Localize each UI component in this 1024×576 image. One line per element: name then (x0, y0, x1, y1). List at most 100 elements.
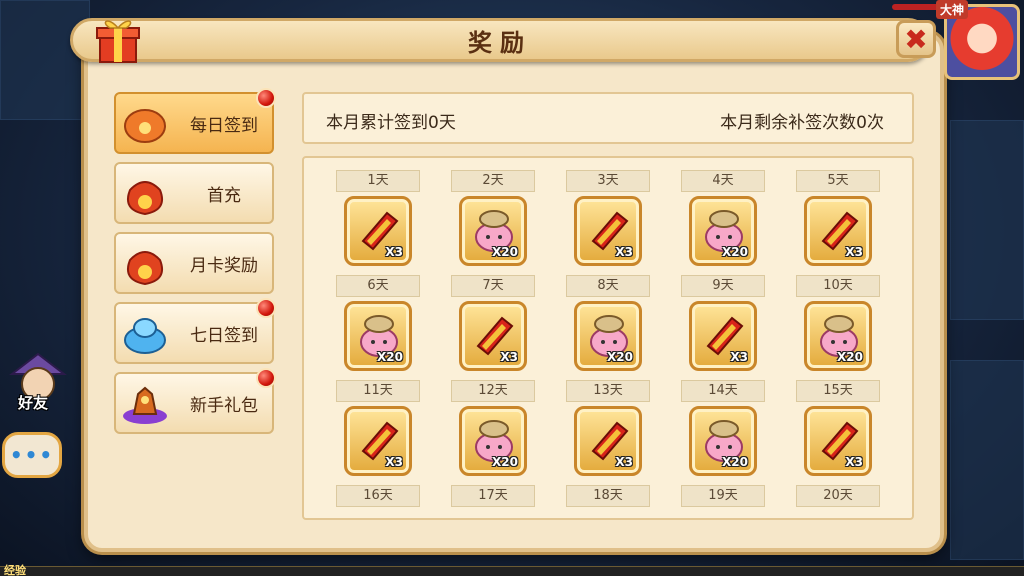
menu-item-label: 新手礼包 (190, 395, 258, 416)
reward-day-cell[interactable]: 19天 (681, 485, 765, 518)
reward-item-frame[interactable]: X3 (574, 406, 642, 476)
reward-day-cell[interactable]: 11天 X3 (336, 380, 420, 480)
day-label: 9天 (681, 275, 765, 297)
reward-day-cell[interactable]: 1天 X3 (336, 170, 420, 270)
menu-item-label: 每日签到 (190, 115, 258, 136)
reward-day-cell[interactable]: 13天 X3 (566, 380, 650, 480)
background-tile (0, 0, 90, 120)
day-label: 3天 (566, 170, 650, 192)
menu-item-monthly-card[interactable]: 月卡奖励 (114, 232, 274, 294)
reward-quantity: X20 (377, 350, 403, 364)
lantern-icon (124, 109, 166, 143)
reward-day-cell[interactable]: 9天 X3 (681, 275, 765, 375)
reward-item-frame[interactable]: X20 (344, 301, 412, 371)
reward-item-frame[interactable]: X3 (459, 301, 527, 371)
reward-quantity: X3 (615, 245, 633, 259)
chat-bubble-icon: ••• (9, 443, 55, 467)
reward-quantity: X20 (492, 455, 518, 469)
money-bag-icon (126, 251, 164, 286)
background-tile (950, 360, 1024, 560)
reward-item-frame[interactable]: X20 (459, 196, 527, 266)
menu-item-label: 七日签到 (190, 325, 258, 346)
reward-quantity: X3 (385, 455, 403, 469)
reward-quantity: X3 (385, 245, 403, 259)
crystal-icon (124, 318, 166, 354)
close-icon: ✖ (904, 22, 928, 56)
reward-quantity: X20 (607, 350, 633, 364)
reward-day-cell[interactable]: 8天 X20 (566, 275, 650, 375)
day-label: 16天 (336, 485, 420, 507)
money-bag-icon (126, 181, 164, 216)
menu-item-seven-day-signin[interactable]: 七日签到 (114, 298, 276, 364)
day-label: 12天 (451, 380, 535, 402)
reward-day-cell[interactable]: 14天 X20 (681, 380, 765, 480)
reward-day-cell[interactable]: 12天 X20 (451, 380, 535, 480)
day-label: 11天 (336, 380, 420, 402)
notification-dot (256, 368, 276, 388)
chat-button[interactable]: ••• (2, 432, 62, 478)
reward-day-cell[interactable]: 2天 X20 (451, 170, 535, 270)
day-label: 20天 (796, 485, 880, 507)
day-label: 1天 (336, 170, 420, 192)
day-label: 13天 (566, 380, 650, 402)
reward-quantity: X3 (845, 245, 863, 259)
reward-item-frame[interactable]: X3 (344, 406, 412, 476)
reward-item-frame[interactable]: X20 (459, 406, 527, 476)
reward-quantity: X3 (500, 350, 518, 364)
reward-day-cell[interactable]: 18天 (566, 485, 650, 518)
menu-item-daily-signin[interactable]: 每日签到 (114, 88, 276, 154)
menu-item-first-recharge[interactable]: 首充 (114, 162, 274, 224)
day-label: 14天 (681, 380, 765, 402)
day-label: 10天 (796, 275, 880, 297)
reward-day-cell[interactable]: 6天 X20 (336, 275, 420, 375)
treasure-icon (123, 386, 167, 424)
reward-day-cell[interactable]: 10天 X20 (796, 275, 880, 375)
reward-item-frame[interactable]: X3 (804, 406, 872, 476)
day-label: 5天 (796, 170, 880, 192)
day-label: 7天 (451, 275, 535, 297)
reward-day-cell[interactable]: 20天 (796, 485, 880, 518)
reward-quantity: X20 (837, 350, 863, 364)
reward-quantity: X20 (722, 245, 748, 259)
experience-bar (0, 566, 1024, 576)
reward-quantity: X3 (615, 455, 633, 469)
reward-item-frame[interactable]: X20 (689, 406, 757, 476)
reward-day-cell[interactable]: 15天 X3 (796, 380, 880, 480)
title-bar: 奖励 (70, 18, 930, 62)
notification-dot (256, 88, 276, 108)
gift-box-icon (96, 20, 140, 63)
day-label: 2天 (451, 170, 535, 192)
notification-dot (256, 298, 276, 318)
reward-day-cell[interactable]: 4天 X20 (681, 170, 765, 270)
background-tile (950, 120, 1024, 320)
reward-item-frame[interactable]: X3 (804, 196, 872, 266)
reward-item-frame[interactable]: X20 (574, 301, 642, 371)
reward-item-frame[interactable]: X3 (574, 196, 642, 266)
signin-summary-bar: 本月累计签到0天 本月剩余补签次数0次 (302, 92, 914, 144)
day-label: 15天 (796, 380, 880, 402)
day-label: 6天 (336, 275, 420, 297)
day-label: 19天 (681, 485, 765, 507)
reward-day-cell[interactable]: 7天 X3 (451, 275, 535, 375)
day-label: 18天 (566, 485, 650, 507)
reward-item-frame[interactable]: X20 (804, 301, 872, 371)
reward-item-frame[interactable]: X3 (689, 301, 757, 371)
reward-quantity: X20 (722, 455, 748, 469)
avatar-title-badge: 大神 (936, 0, 969, 19)
reward-day-cell[interactable]: 3天 X3 (566, 170, 650, 270)
reward-quantity: X3 (730, 350, 748, 364)
reward-day-cell[interactable]: 17天 (451, 485, 535, 518)
friend-label[interactable]: 好友 (18, 392, 48, 413)
menu-item-newbie-gift[interactable]: 新手礼包 (114, 368, 276, 434)
reward-day-cell[interactable]: 5天 X3 (796, 170, 880, 270)
reward-day-cell[interactable]: 16天 (336, 485, 420, 518)
close-button[interactable]: ✖ (896, 20, 936, 58)
menu-item-label: 月卡奖励 (190, 255, 258, 276)
reward-item-frame[interactable]: X20 (689, 196, 757, 266)
reward-grid: 1天 X3 2天 X20 3天 X3 4天 X20 5天 X3 6天 X20 7天 X3 8天 X20 9天 X3… (302, 156, 914, 520)
day-label: 17天 (451, 485, 535, 507)
monthly-signin-count: 本月累计签到0天 (326, 113, 456, 133)
reward-quantity: X3 (845, 455, 863, 469)
panel-title: 奖励 (468, 28, 532, 57)
reward-item-frame[interactable]: X3 (344, 196, 412, 266)
